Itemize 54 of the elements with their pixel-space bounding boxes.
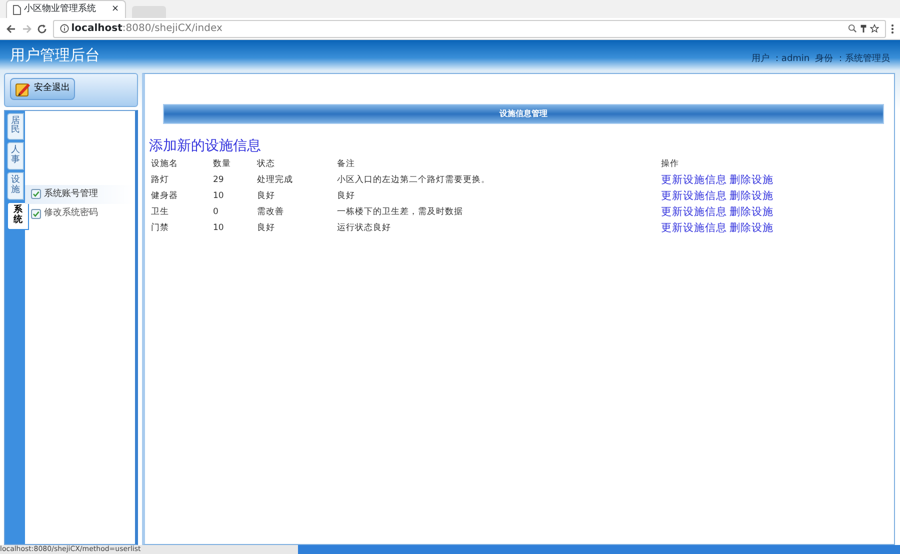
- back-icon[interactable]: [6, 24, 16, 34]
- column-header: 设施名: [150, 158, 179, 172]
- action-link[interactable]: 更新设施信息: [661, 206, 727, 218]
- table-cell-text: 良好: [336, 190, 356, 204]
- table-cell-text: 10: [212, 190, 225, 204]
- reload-icon[interactable]: [37, 24, 47, 34]
- role-label: 身份 ：系统管理员: [815, 52, 890, 66]
- action-link[interactable]: 删除设施: [730, 190, 774, 202]
- action-link[interactable]: 更新设施信息: [661, 190, 727, 202]
- browser-tab[interactable]: 小区物业管理系统 ×: [6, 0, 126, 18]
- table-cell-text: 健身器: [150, 190, 179, 204]
- check-icon: [31, 189, 41, 200]
- add-facility-link[interactable]: 添加新的设施信息: [149, 136, 261, 157]
- page-icon: [13, 4, 21, 14]
- side-tab[interactable]: 设施: [7, 172, 24, 200]
- panel-title-bar: 设施信息管理: [163, 104, 884, 124]
- side-tab[interactable]: 系统: [7, 202, 29, 230]
- table-cell-text: 门禁: [150, 222, 170, 236]
- table-cell-text: 处理完成: [256, 174, 294, 188]
- star-icon[interactable]: [870, 24, 878, 33]
- action-link[interactable]: 更新设施信息: [661, 174, 727, 186]
- table-cell-text: 卫生: [150, 206, 170, 220]
- column-header: 状态: [256, 158, 276, 172]
- info-icon[interactable]: [60, 24, 68, 33]
- table-cell-text: 良好: [256, 222, 276, 236]
- zoom-icon[interactable]: [848, 24, 857, 33]
- address-bar[interactable]: localhost:8080/shejiCX/index: [52, 20, 886, 38]
- pencil-icon: [15, 80, 31, 97]
- table-cell-text: 一栋楼下的卫生差，需及时数据: [336, 206, 464, 220]
- url-text: localhost:8080/shejiCX/index: [71, 22, 222, 36]
- check-icon: [31, 208, 41, 219]
- app-title: 用户管理后台: [10, 44, 100, 66]
- tab-title: 小区物业管理系统: [24, 2, 97, 16]
- table-cell-text: 良好: [256, 190, 276, 204]
- table-cell-text: 0: [212, 206, 220, 220]
- menu-icon[interactable]: [891, 24, 894, 34]
- action-link[interactable]: 删除设施: [730, 206, 774, 218]
- action-link[interactable]: 更新设施信息: [661, 222, 727, 234]
- action-link[interactable]: 删除设施: [730, 174, 774, 186]
- table-cell-text: 路灯: [150, 174, 170, 188]
- table-cell-text: 需改善: [256, 206, 285, 220]
- table-cell-text: 小区入口的左边第二个路灯需要更换。: [336, 174, 491, 188]
- logout-button[interactable]: 安全退出: [10, 78, 75, 100]
- table-cell-text: 10: [212, 222, 225, 236]
- column-header: 备注: [336, 158, 356, 172]
- side-tab[interactable]: 人事: [7, 142, 24, 170]
- user-label: 用户 ：admin: [752, 52, 810, 66]
- side-tab[interactable]: 居民: [7, 112, 24, 140]
- action-link[interactable]: 删除设施: [730, 222, 774, 234]
- table-cell-text: 29: [212, 174, 225, 188]
- close-icon[interactable]: ×: [111, 2, 119, 16]
- table-cell-text: 运行状态良好: [336, 222, 392, 236]
- column-header: 操作: [660, 158, 680, 172]
- column-header: 数量: [212, 158, 232, 172]
